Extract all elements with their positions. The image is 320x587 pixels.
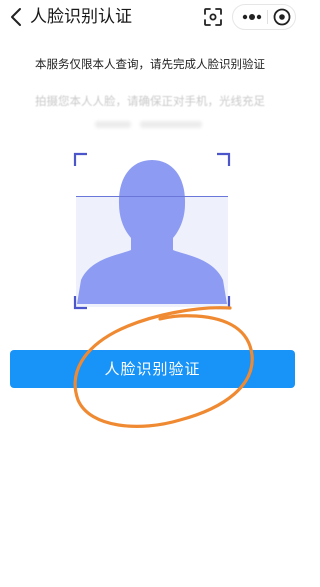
- face-silhouette-icon: [73, 152, 231, 310]
- scan-icon[interactable]: [201, 5, 225, 29]
- close-circle-icon[interactable]: [271, 6, 293, 28]
- page-title: 人脸识别认证: [30, 7, 132, 27]
- photo-hint: 拍摄您本人人脸，请确保正对手机，光线充足: [35, 94, 265, 108]
- mini-program-capsule: [232, 4, 296, 30]
- service-notice: 本服务仅限本人查询，请先完成人脸识别验证: [35, 57, 265, 71]
- more-icon[interactable]: [239, 7, 265, 27]
- scan-line: [76, 196, 228, 197]
- back-icon[interactable]: [6, 5, 28, 29]
- nav-bar: 人脸识别认证: [0, 0, 300, 34]
- face-verify-button[interactable]: 人脸识别验证: [10, 350, 295, 388]
- blurred-text: [95, 121, 131, 128]
- face-capture-frame: [73, 152, 231, 310]
- capsule-divider: [267, 10, 268, 24]
- blurred-text: [140, 121, 202, 128]
